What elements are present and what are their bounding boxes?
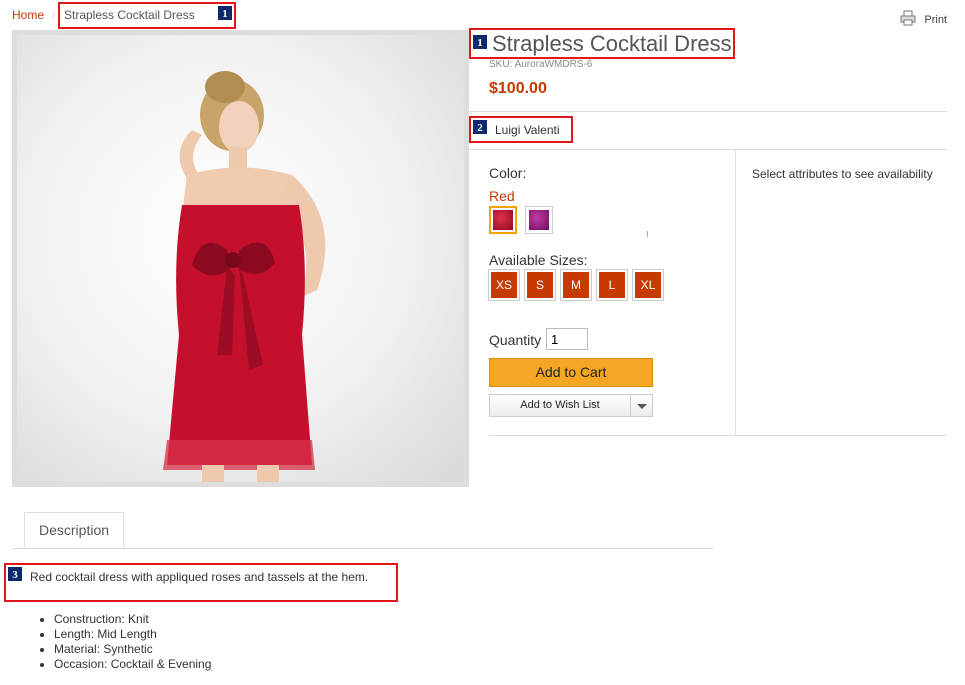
list-item: Construction: Knit xyxy=(54,612,211,627)
size-s-button[interactable]: S xyxy=(527,272,553,298)
product-image xyxy=(17,35,464,482)
breadcrumb-separator: / xyxy=(52,8,56,22)
product-image-frame[interactable] xyxy=(12,30,469,487)
quantity-input[interactable] xyxy=(546,328,588,350)
color-swatch-red[interactable] xyxy=(489,206,517,234)
selected-color-value: Red xyxy=(489,188,515,204)
print-button[interactable]: Print xyxy=(900,10,947,29)
size-xs-button[interactable]: XS xyxy=(491,272,517,298)
divider-brand xyxy=(469,149,947,150)
size-xl-button[interactable]: XL xyxy=(635,272,661,298)
size-l-button[interactable]: L xyxy=(599,272,625,298)
attributes-column-divider xyxy=(735,150,736,435)
breadcrumb-home-link[interactable]: Home xyxy=(12,8,44,22)
product-sku: SKU: AuroraWMDRS-6 xyxy=(489,59,593,70)
product-features-list: Construction: Knit Length: Mid Length Ma… xyxy=(36,612,211,672)
annotation-box-breadcrumb xyxy=(58,2,236,29)
add-to-wishlist-button[interactable]: Add to Wish List xyxy=(489,394,631,417)
size-m-button[interactable]: M xyxy=(563,272,589,298)
annotation-marker-2: 2 xyxy=(472,119,488,135)
availability-message: Select attributes to see availability xyxy=(752,167,933,181)
swatch-scroll-mark xyxy=(647,231,648,237)
list-item: Material: Synthetic xyxy=(54,642,211,657)
print-label: Print xyxy=(924,13,947,26)
annotation-marker-1a: 1 xyxy=(217,5,233,21)
quantity-label: Quantity xyxy=(489,332,542,348)
list-item: Length: Mid Length xyxy=(54,627,211,642)
divider-price xyxy=(469,111,947,112)
annotation-marker-1b: 1 xyxy=(472,34,488,50)
color-swatch-purple[interactable] xyxy=(525,206,553,234)
chevron-down-icon xyxy=(637,404,647,409)
annotation-marker-3: 3 xyxy=(7,566,23,582)
red-swatch-fill xyxy=(493,210,513,230)
list-item: Occasion: Cocktail & Evening xyxy=(54,657,211,672)
annotation-box-description xyxy=(4,563,398,602)
color-label: Color: xyxy=(489,165,527,181)
wishlist-dropdown-button[interactable] xyxy=(631,394,653,417)
printer-icon xyxy=(900,10,916,29)
tab-description[interactable]: Description xyxy=(24,512,124,548)
product-price: $100.00 xyxy=(489,80,547,97)
available-sizes-label: Available Sizes: xyxy=(489,252,588,268)
add-to-cart-button[interactable]: Add to Cart xyxy=(489,358,653,387)
tab-bar-line xyxy=(12,548,713,549)
purple-swatch-fill xyxy=(529,210,549,230)
divider-purchase xyxy=(489,435,947,436)
annotation-box-title xyxy=(469,28,735,59)
